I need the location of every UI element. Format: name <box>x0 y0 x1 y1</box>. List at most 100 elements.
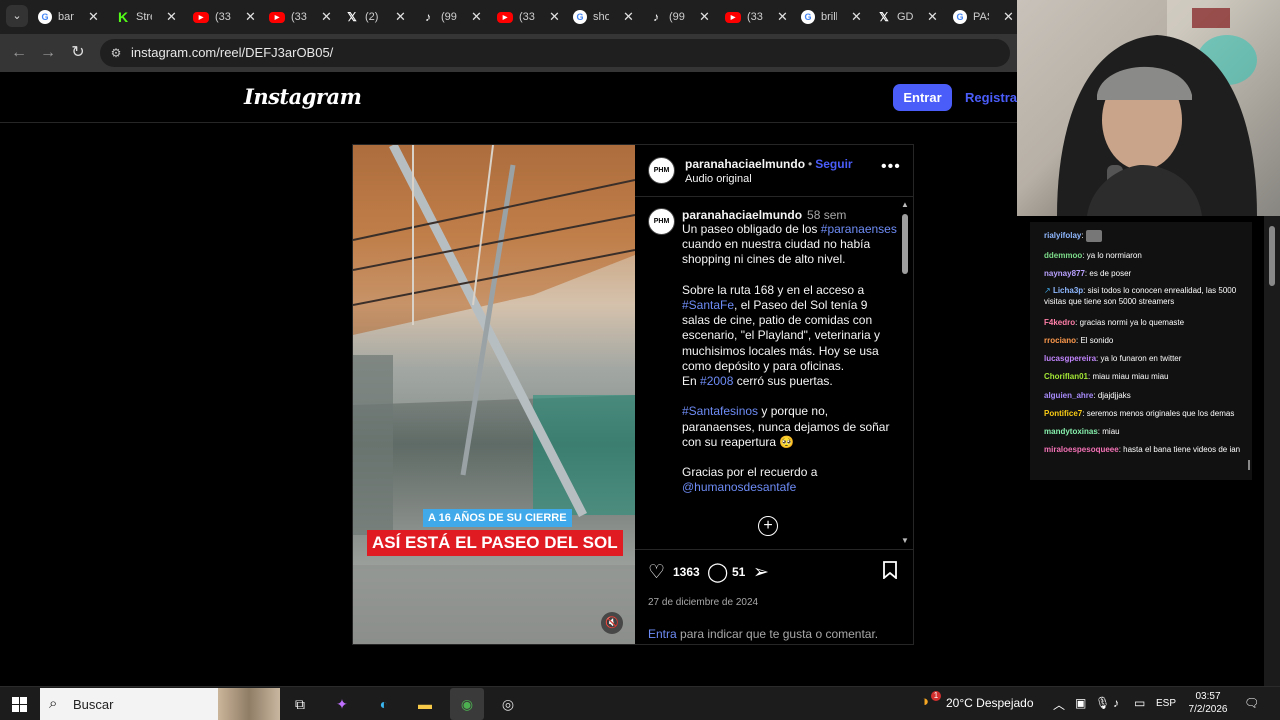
scroll-up-icon[interactable]: ▲ <box>901 200 909 209</box>
tab-close-icon[interactable]: ✕ <box>777 9 788 25</box>
share-send-icon[interactable]: ➢ <box>753 561 769 584</box>
browser-tab[interactable]: ♪ (99 ✕ <box>421 4 482 30</box>
caption-text-part: cerró sus puertas. <box>733 374 833 389</box>
tab-close-icon[interactable]: ✕ <box>549 9 560 25</box>
chat-username[interactable]: rialyifolay <box>1044 231 1081 240</box>
browser-tab[interactable]: 𝕏 (2) I ✕ <box>345 4 406 30</box>
instagram-logo[interactable]: Instagram <box>244 84 362 109</box>
chat-username[interactable]: F4kedro <box>1044 318 1075 327</box>
weather-text[interactable]: 20°C Despejado <box>946 696 1034 710</box>
copilot-icon[interactable]: ✦ <box>331 693 353 715</box>
tab-close-icon[interactable]: ✕ <box>927 9 938 25</box>
task-view-icon[interactable]: ⧉ <box>289 693 311 715</box>
browser-tab[interactable]: Gban ✕ <box>38 4 99 30</box>
scrollbar-thumb[interactable] <box>902 214 908 274</box>
hashtag-link[interactable]: #paranaenses <box>821 222 897 236</box>
speaker-icon[interactable]: ♪ <box>1113 696 1119 710</box>
address-bar[interactable]: ⚙ instagram.com/reel/DEFJ3arOB05/ <box>100 39 1010 67</box>
chat-scrollbar[interactable] <box>1248 460 1250 470</box>
login-prompt: Entra para indicar que te gusta o coment… <box>648 627 878 641</box>
like-heart-icon[interactable]: ♡ <box>648 561 665 584</box>
browser-tab[interactable]: ▶ (33 ✕ <box>193 4 256 30</box>
like-count[interactable]: 1363 <box>673 565 700 579</box>
windows-start-icon[interactable] <box>12 697 27 712</box>
chat-username[interactable]: ddemmoo <box>1044 251 1082 260</box>
browser-tab[interactable]: Gbrill ✕ <box>801 4 862 30</box>
taskbar-search[interactable]: ⌕ Buscar <box>40 688 280 720</box>
chat-username[interactable]: Pontifice7 <box>1044 409 1082 418</box>
hashtag-link[interactable]: #SantaFe <box>682 298 734 312</box>
notifications-icon[interactable]: 🗨 <box>1244 696 1259 710</box>
chat-username[interactable]: Licha3p <box>1053 286 1083 295</box>
mention-link[interactable]: @humanosdesantafe <box>682 480 796 494</box>
weather-icon[interactable]: ◑ <box>920 693 929 710</box>
browser-tab[interactable]: K Stre ✕ <box>116 4 177 30</box>
tab-close-icon[interactable]: ✕ <box>321 9 332 25</box>
login-button[interactable]: Entrar <box>893 84 952 111</box>
author-avatar[interactable]: PHM <box>648 157 675 184</box>
page-scrollbar-thumb[interactable] <box>1269 226 1275 286</box>
chat-username[interactable]: miraloespesoqueee <box>1044 445 1119 454</box>
site-settings-icon[interactable]: ⚙ <box>108 45 124 61</box>
tab-close-icon[interactable]: ✕ <box>471 9 482 25</box>
file-explorer-icon[interactable]: ▬ <box>414 693 436 715</box>
show-hidden-icons[interactable]: ︿ <box>1053 696 1065 713</box>
more-options-icon[interactable]: ••• <box>881 158 901 176</box>
comment-bubble-icon[interactable]: ◯ <box>707 561 728 584</box>
bookmark-icon[interactable] <box>882 561 898 585</box>
caption-avatar[interactable]: PHM <box>648 208 675 235</box>
mute-icon[interactable]: 🔇 <box>601 612 623 634</box>
microphone-icon[interactable]: 🎙 <box>1095 696 1110 710</box>
tab-close-icon[interactable]: ✕ <box>166 9 177 25</box>
caption-username[interactable]: paranahaciaelmundo <box>682 208 802 222</box>
tab-close-icon[interactable]: ✕ <box>623 9 634 25</box>
browser-tab[interactable]: Gsho ✕ <box>573 4 634 30</box>
tab-close-icon[interactable]: ✕ <box>88 9 99 25</box>
audio-label[interactable]: Audio original <box>685 173 752 185</box>
chat-username[interactable]: mandytoxinas <box>1044 427 1098 436</box>
screen: ⌄ Gban ✕ K Stre ✕ ▶ (33 ✕ ▶ (33 ✕ 𝕏 (2) I ✕ ♪ (99 ✕ ▶ (33 ✕… <box>0 0 1280 720</box>
browser-tab[interactable]: G PAS ✕ <box>953 4 1014 30</box>
comment-count[interactable]: 51 <box>732 565 745 579</box>
tab-close-icon[interactable]: ✕ <box>851 9 862 25</box>
load-more-comments-icon[interactable]: + <box>758 516 778 536</box>
reel-video[interactable]: A 16 AÑOS DE SU CIERRE ASÍ ESTÁ EL PASEO… <box>353 145 635 644</box>
author-username[interactable]: paranahaciaelmundo <box>685 157 805 171</box>
reload-icon[interactable]: ↻ <box>68 43 88 63</box>
chrome-browser-icon[interactable]: ◉ <box>456 693 478 715</box>
tab-close-icon[interactable]: ✕ <box>395 9 406 25</box>
taskbar-clock[interactable]: 03:57 7/2/2026 <box>1186 690 1230 716</box>
network-icon[interactable]: ▭ <box>1134 696 1145 710</box>
hashtag-link[interactable]: #2008 <box>700 374 733 388</box>
address-url[interactable]: instagram.com/reel/DEFJ3arOB05/ <box>131 45 333 60</box>
page-scrollbar[interactable] <box>1264 216 1280 686</box>
caption-text-part: En <box>682 374 701 389</box>
browser-tab[interactable]: ▶ (33 ✕ <box>497 4 560 30</box>
hashtag-link[interactable]: #Santafesinos <box>682 404 758 418</box>
tab-close-icon[interactable]: ✕ <box>1003 9 1014 25</box>
tab-close-icon[interactable]: ✕ <box>245 9 256 25</box>
comments-scrollbar[interactable]: ▲ ▼ <box>900 200 910 548</box>
tab-close-icon[interactable]: ✕ <box>699 9 710 25</box>
browser-tab[interactable]: ▶ (33 ✕ <box>269 4 332 30</box>
login-prompt-link[interactable]: Entra <box>648 627 677 641</box>
chat-username[interactable]: Choriflan01 <box>1044 372 1088 381</box>
browser-tab[interactable]: ▶ (33 ✕ <box>725 4 788 30</box>
follow-button[interactable]: Seguir <box>815 157 852 171</box>
back-arrow-icon[interactable]: ← <box>9 43 29 63</box>
forward-arrow-icon[interactable]: → <box>38 43 58 63</box>
language-indicator[interactable]: ESP <box>1156 698 1176 709</box>
login-prompt-text: para indicar que te gusta o comentar. <box>676 627 879 641</box>
chat-username[interactable]: naynay877 <box>1044 269 1085 278</box>
browser-tab[interactable]: 𝕏 GD ✕ <box>877 4 938 30</box>
tab-search-icon[interactable]: ⌄ <box>6 5 28 27</box>
chat-username[interactable]: rrociano <box>1044 336 1076 345</box>
post-date[interactable]: 27 de diciembre de 2024 <box>648 597 758 608</box>
browser-tab[interactable]: ♪ (99 ✕ <box>649 4 710 30</box>
chat-username[interactable]: lucasgpereira <box>1044 354 1096 363</box>
tray-app-icon[interactable]: ▣ <box>1075 696 1086 710</box>
chat-username[interactable]: alguien_ahre <box>1044 391 1093 400</box>
obs-studio-icon[interactable]: ◎ <box>497 693 519 715</box>
scroll-down-icon[interactable]: ▼ <box>901 536 909 545</box>
edge-browser-icon[interactable]: ◐ <box>373 693 395 715</box>
